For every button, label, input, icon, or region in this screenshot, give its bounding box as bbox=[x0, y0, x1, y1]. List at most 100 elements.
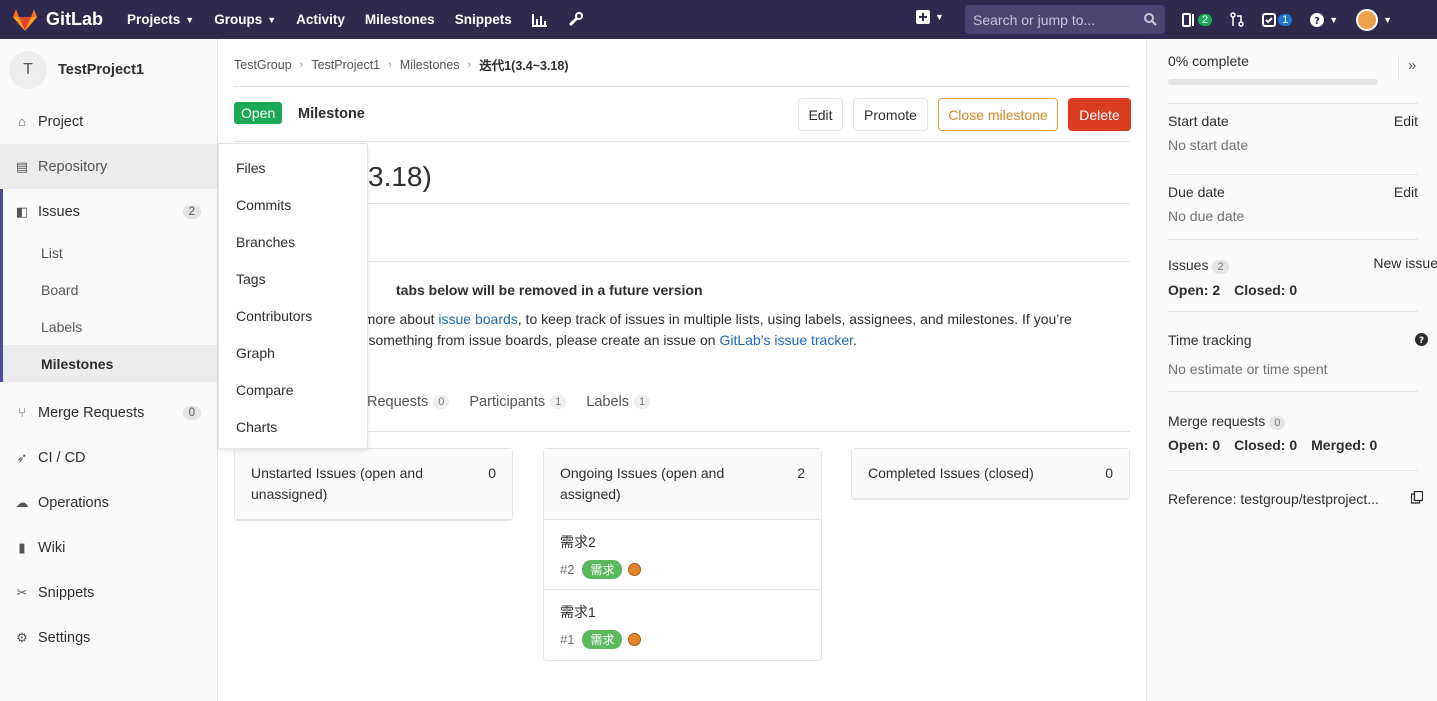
sidebar-sub-labels[interactable]: Labels bbox=[0, 308, 217, 345]
issue-title[interactable]: 需求2 bbox=[560, 532, 805, 552]
issue-tracker-link[interactable]: GitLab’s issue tracker bbox=[719, 332, 853, 348]
mr-merged-count[interactable]: Merged: 0 bbox=[1311, 437, 1377, 453]
issues-nav-button[interactable]: 2 bbox=[1182, 12, 1213, 27]
divider bbox=[1168, 391, 1418, 392]
time-tracking-label: Time tracking bbox=[1168, 332, 1252, 348]
ongoing-issues-column: Ongoing Issues (open and assigned) 2 需求2… bbox=[543, 448, 822, 661]
new-dropdown-button[interactable]: ▼ bbox=[916, 10, 944, 24]
todo-check-icon bbox=[1262, 12, 1277, 27]
mr-closed-count[interactable]: Closed: 0 bbox=[1234, 437, 1297, 453]
tab-label: Labels bbox=[586, 394, 630, 410]
start-date-label: Start date bbox=[1168, 113, 1229, 129]
nav-activity[interactable]: Activity bbox=[296, 12, 345, 27]
delete-button[interactable]: Delete bbox=[1068, 98, 1131, 131]
sidebar-item-settings[interactable]: ⚙ Settings bbox=[0, 615, 217, 660]
nav-groups[interactable]: Groups ▼ bbox=[214, 12, 276, 27]
sidebar-item-project[interactable]: ⌂ Project bbox=[0, 99, 217, 144]
edit-start-date-link[interactable]: Edit bbox=[1394, 113, 1418, 129]
issue-card[interactable]: 需求2 #2 需求 bbox=[544, 520, 821, 590]
nav-milestones[interactable]: Milestones bbox=[365, 12, 435, 27]
project-avatar: T bbox=[9, 51, 47, 89]
mr-open-count[interactable]: Open: 0 bbox=[1168, 437, 1220, 453]
issue-card[interactable]: 需求1 #1 需求 bbox=[544, 590, 821, 660]
menu-item-compare[interactable]: Compare bbox=[236, 382, 294, 398]
issues-open-count[interactable]: Open: 2 bbox=[1168, 282, 1220, 298]
promote-button[interactable]: Promote bbox=[853, 98, 928, 131]
wrench-icon[interactable] bbox=[568, 12, 584, 28]
assignee-avatar[interactable] bbox=[628, 633, 642, 646]
issues-icon bbox=[1182, 12, 1194, 27]
todos-nav-button[interactable]: 1 bbox=[1262, 12, 1293, 27]
issue-title[interactable]: 需求1 bbox=[560, 602, 805, 622]
menu-item-contributors[interactable]: Contributors bbox=[236, 308, 312, 324]
divider bbox=[1398, 57, 1399, 79]
start-date-value: No start date bbox=[1168, 137, 1249, 153]
question-circle-icon: ? bbox=[1310, 12, 1325, 27]
menu-item-files[interactable]: Files bbox=[236, 160, 266, 176]
collapse-sidebar-icon[interactable]: » bbox=[1408, 57, 1416, 74]
breadcrumb-project[interactable]: TestProject1 bbox=[311, 58, 380, 72]
milestone-label: Milestone bbox=[298, 106, 365, 122]
breadcrumb: TestGroup › TestProject1 › Milestones › 迭代1… bbox=[234, 55, 569, 74]
unstarted-issues-column: Unstarted Issues (open and unassigned) 0 bbox=[234, 448, 513, 521]
nav-snippets[interactable]: Snippets bbox=[455, 12, 512, 27]
sidebar-item-repository[interactable]: ▤ Repository bbox=[0, 144, 217, 189]
sidebar-item-merge-requests[interactable]: ⑂ Merge Requests 0 bbox=[0, 390, 217, 435]
gitlab-logo[interactable]: GitLab bbox=[12, 8, 103, 32]
plus-square-icon bbox=[916, 10, 930, 24]
tab-count: 1 bbox=[634, 395, 651, 409]
breadcrumb-current[interactable]: 迭代1(3.4~3.18) bbox=[479, 55, 568, 74]
sidebar-sub-board[interactable]: Board bbox=[0, 271, 217, 308]
sidebar-sub-list[interactable]: List bbox=[0, 234, 217, 271]
issues-count-badge: 2 bbox=[1212, 260, 1229, 274]
menu-item-branches[interactable]: Branches bbox=[236, 234, 295, 250]
close-milestone-button[interactable]: Close milestone bbox=[938, 98, 1058, 131]
nav-projects-label: Projects bbox=[127, 12, 181, 27]
issue-label[interactable]: 需求 bbox=[582, 630, 623, 649]
menu-item-charts[interactable]: Charts bbox=[236, 419, 277, 435]
tab-participants[interactable]: Participants 1 bbox=[469, 394, 567, 410]
issue-boards-link[interactable]: issue boards bbox=[438, 311, 517, 327]
breadcrumb-milestones[interactable]: Milestones bbox=[400, 58, 460, 72]
issue-label[interactable]: 需求 bbox=[582, 560, 623, 579]
sidebar-item-snippets[interactable]: ✂ Snippets bbox=[0, 570, 217, 615]
sidebar-sub-milestones[interactable]: Milestones bbox=[0, 345, 217, 382]
search-input[interactable]: Search or jump to... bbox=[965, 5, 1165, 34]
gear-icon: ⚙ bbox=[16, 629, 28, 645]
divider bbox=[234, 86, 1130, 87]
sidebar-item-operations[interactable]: ☁ Operations bbox=[0, 480, 217, 525]
edit-button[interactable]: Edit bbox=[798, 98, 843, 131]
assignee-avatar[interactable] bbox=[628, 563, 642, 576]
edit-due-date-link[interactable]: Edit bbox=[1394, 184, 1418, 200]
chart-icon[interactable] bbox=[531, 12, 548, 28]
tab-labels[interactable]: Labels 1 bbox=[586, 394, 651, 410]
milestone-title: 3.18) bbox=[368, 161, 432, 192]
breadcrumb-group[interactable]: TestGroup bbox=[234, 58, 292, 72]
menu-item-commits[interactable]: Commits bbox=[236, 197, 291, 213]
scissors-icon: ✂ bbox=[16, 584, 28, 600]
due-date-value: No due date bbox=[1168, 208, 1245, 224]
menu-item-tags[interactable]: Tags bbox=[236, 271, 266, 287]
merge-request-icon: ⑂ bbox=[18, 405, 26, 420]
sidebar-item-cicd[interactable]: ➶ CI / CD bbox=[0, 435, 217, 480]
user-menu[interactable]: ▼ bbox=[1356, 8, 1392, 31]
due-date-label: Due date bbox=[1168, 184, 1225, 200]
sidebar-item-issues[interactable]: ◧ Issues 2 bbox=[0, 189, 217, 234]
menu-item-graph[interactable]: Graph bbox=[236, 345, 275, 361]
divider bbox=[1168, 103, 1418, 104]
sidebar-item-wiki[interactable]: ▮ Wiki bbox=[0, 525, 217, 570]
question-circle-icon[interactable]: ? bbox=[1415, 333, 1428, 346]
help-dropdown[interactable]: ? ▼ bbox=[1310, 12, 1338, 27]
issues-count-badge: 2 bbox=[182, 204, 201, 219]
copy-icon[interactable] bbox=[1411, 491, 1423, 504]
project-header[interactable]: T TestProject1 bbox=[0, 39, 217, 101]
issues-count-badge: 2 bbox=[1198, 13, 1213, 26]
mr-count-badge: 0 bbox=[182, 405, 201, 420]
issue-ref: #1 bbox=[560, 632, 575, 647]
column-count: 0 bbox=[488, 465, 496, 481]
new-issue-link[interactable]: New issue bbox=[1373, 255, 1437, 271]
merge-requests-nav-button[interactable] bbox=[1230, 12, 1244, 27]
issues-closed-count[interactable]: Closed: 0 bbox=[1234, 282, 1297, 298]
tab-merge-requests[interactable]: Requests 0 bbox=[367, 394, 450, 410]
nav-projects[interactable]: Projects ▼ bbox=[127, 12, 194, 27]
